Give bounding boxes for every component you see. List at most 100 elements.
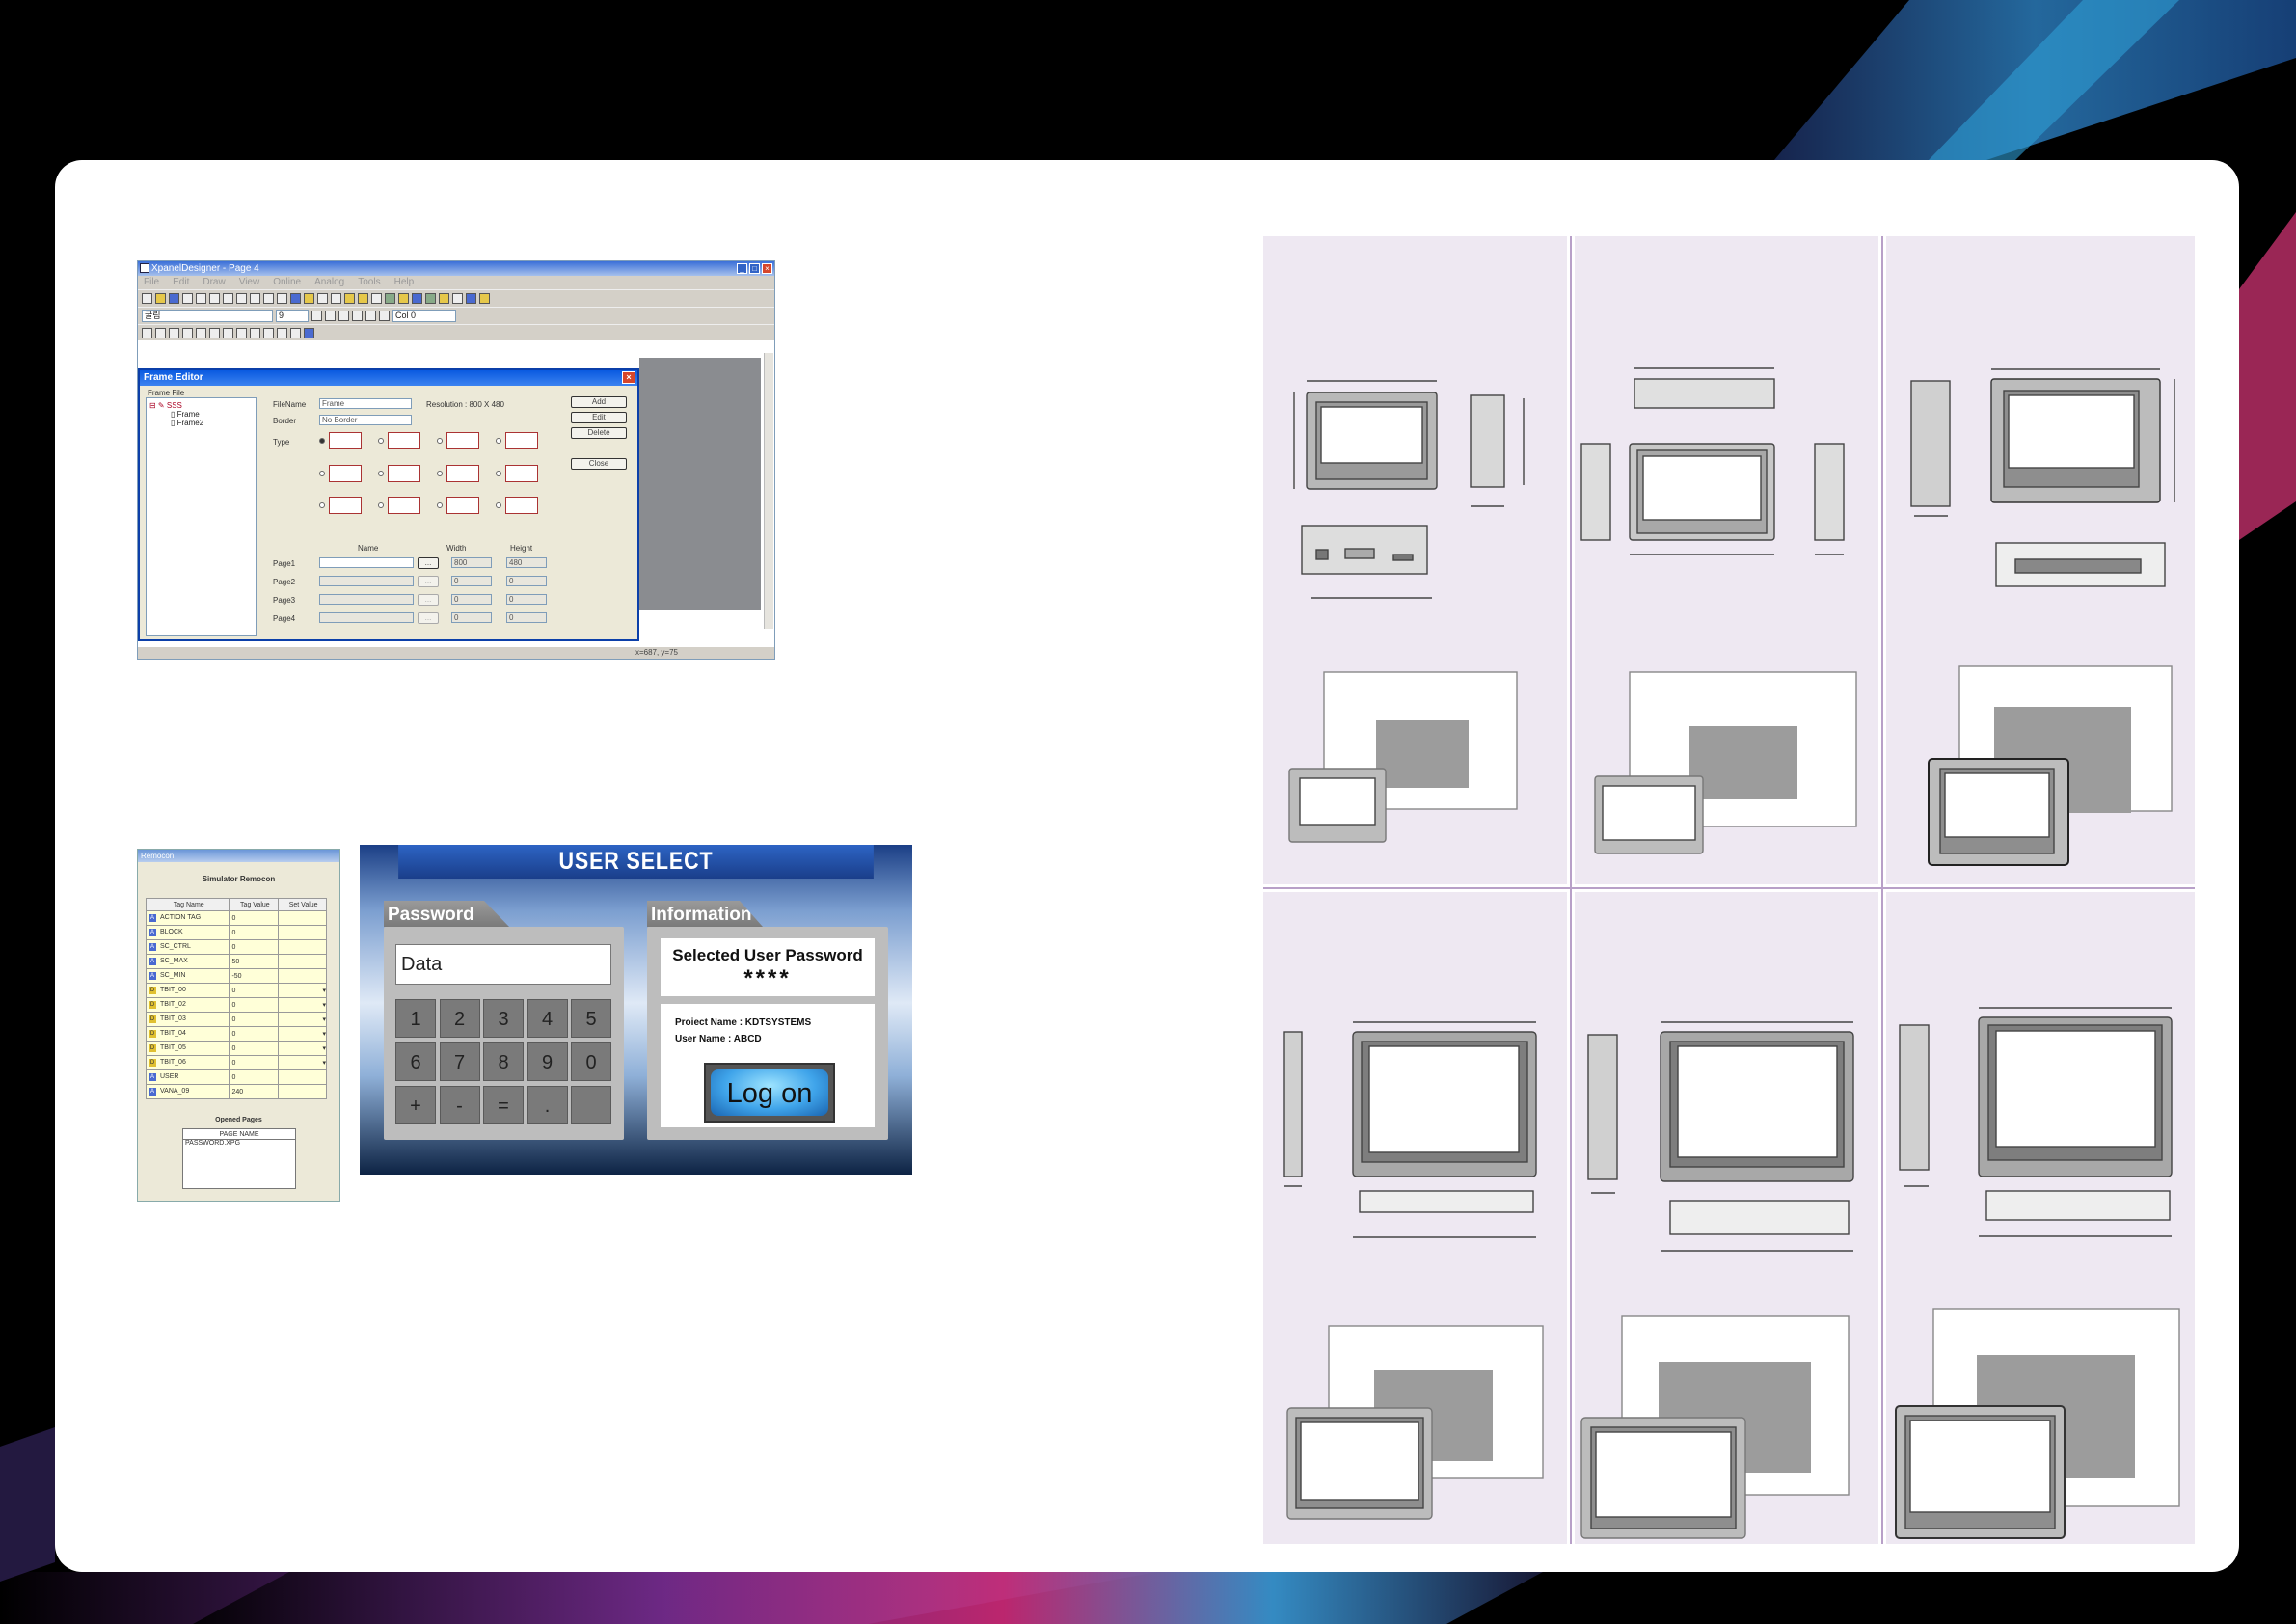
- type-radio-8[interactable]: [496, 471, 501, 476]
- table-row[interactable]: A SC_MIN -50: [145, 968, 327, 984]
- menu-view[interactable]: View: [239, 276, 260, 289]
- align-left-icon[interactable]: [352, 311, 363, 321]
- tag-icon[interactable]: [304, 293, 314, 304]
- set-value-cell[interactable]: [278, 954, 327, 969]
- download-icon[interactable]: [466, 293, 476, 304]
- font-color-icon[interactable]: [311, 311, 322, 321]
- close-button[interactable]: Close: [571, 458, 627, 470]
- keypad-key[interactable]: 0: [571, 1042, 611, 1081]
- table-row[interactable]: D TBIT_03 0 ▾: [145, 1012, 327, 1027]
- table-row[interactable]: A SC_CTRL 0: [145, 939, 327, 955]
- italic-icon[interactable]: [338, 311, 349, 321]
- bold-icon[interactable]: [325, 311, 336, 321]
- print-preview-icon[interactable]: [209, 293, 220, 304]
- set-value-cell[interactable]: ▾: [278, 983, 327, 998]
- align-10-icon[interactable]: [263, 328, 274, 338]
- settings-icon[interactable]: [439, 293, 449, 304]
- opened-page-item[interactable]: PASSWORD.XPG: [183, 1140, 295, 1147]
- type-radio-2[interactable]: [378, 438, 384, 444]
- minimize-button[interactable]: _: [737, 263, 747, 274]
- copy-icon[interactable]: [236, 293, 247, 304]
- type-radio-11[interactable]: [437, 502, 443, 508]
- type-radio-10[interactable]: [378, 502, 384, 508]
- network-icon[interactable]: [425, 293, 436, 304]
- help-icon[interactable]: [479, 293, 490, 304]
- edit-button[interactable]: Edit: [571, 412, 627, 423]
- align-4-icon[interactable]: [182, 328, 193, 338]
- table-row[interactable]: A SC_MAX 50: [145, 954, 327, 969]
- tree-item-frame2[interactable]: ▯ Frame2: [149, 419, 253, 427]
- border-select[interactable]: No Border: [319, 415, 412, 425]
- table-row[interactable]: D TBIT_00 0 ▾: [145, 983, 327, 998]
- print-icon[interactable]: [196, 293, 206, 304]
- font-size-select[interactable]: 9: [276, 310, 309, 322]
- align-7-icon[interactable]: [223, 328, 233, 338]
- keypad-key[interactable]: 6: [395, 1042, 436, 1081]
- menu-online[interactable]: Online: [273, 276, 301, 289]
- type-radio-12[interactable]: [496, 502, 501, 508]
- keypad-key[interactable]: 5: [571, 999, 611, 1038]
- keypad-key[interactable]: 4: [527, 999, 568, 1038]
- set-value-cell[interactable]: ▾: [278, 1026, 327, 1042]
- table-icon[interactable]: [371, 293, 382, 304]
- folder-icon[interactable]: [398, 293, 409, 304]
- close-button[interactable]: ×: [762, 263, 772, 274]
- keypad-key[interactable]: 8: [483, 1042, 524, 1081]
- opened-pages-list[interactable]: PAGE NAME PASSWORD.XPG: [182, 1128, 296, 1189]
- monitor-icon[interactable]: [385, 293, 395, 304]
- page1-height-input[interactable]: 480: [506, 557, 547, 568]
- paste-icon[interactable]: [250, 293, 260, 304]
- page4-width-input[interactable]: 0: [451, 612, 492, 623]
- align-2-icon[interactable]: [155, 328, 166, 338]
- align-right-icon[interactable]: [379, 311, 390, 321]
- align-9-icon[interactable]: [250, 328, 260, 338]
- set-value-cell[interactable]: [278, 925, 327, 940]
- keypad-key[interactable]: [571, 1086, 611, 1124]
- menu-analog[interactable]: Analog: [314, 276, 344, 289]
- keypad-key[interactable]: 1: [395, 999, 436, 1038]
- filename-input[interactable]: Frame: [319, 398, 412, 409]
- page2-width-input[interactable]: 0: [451, 576, 492, 586]
- align-6-icon[interactable]: [209, 328, 220, 338]
- keypad-key[interactable]: 2: [439, 999, 480, 1038]
- table-row[interactable]: D TBIT_04 0 ▾: [145, 1026, 327, 1042]
- page1-width-input[interactable]: 800: [451, 557, 492, 568]
- vertical-scrollbar[interactable]: [764, 353, 773, 629]
- delete-button[interactable]: Delete: [571, 427, 627, 439]
- menu-edit[interactable]: Edit: [173, 276, 189, 289]
- page3-name-input[interactable]: [319, 594, 414, 605]
- keypad-key[interactable]: =: [483, 1086, 524, 1124]
- tools-icon[interactable]: [412, 293, 422, 304]
- frame-icon[interactable]: [331, 293, 341, 304]
- user-icon[interactable]: [358, 293, 368, 304]
- align-8-icon[interactable]: [236, 328, 247, 338]
- chart-icon[interactable]: [452, 293, 463, 304]
- tree-root[interactable]: ⊟ ✎ SSS: [149, 401, 253, 410]
- page4-height-input[interactable]: 0: [506, 612, 547, 623]
- type-radio-5[interactable]: [319, 471, 325, 476]
- keypad-key[interactable]: 9: [527, 1042, 568, 1081]
- dialog-close-icon[interactable]: ×: [622, 371, 635, 384]
- add-button[interactable]: Add: [571, 396, 627, 408]
- table-row[interactable]: A ACTION TAG 0: [145, 910, 327, 926]
- menu-help[interactable]: Help: [394, 276, 415, 289]
- set-value-cell[interactable]: [278, 1084, 327, 1099]
- save-icon[interactable]: [169, 293, 179, 304]
- align-1-icon[interactable]: [142, 328, 152, 338]
- keypad-key[interactable]: 3: [483, 999, 524, 1038]
- set-value-cell[interactable]: ▾: [278, 997, 327, 1013]
- maximize-button[interactable]: □: [749, 263, 760, 274]
- type-radio-3[interactable]: [437, 438, 443, 444]
- lock-icon[interactable]: [344, 293, 355, 304]
- page2-browse-button[interactable]: ...: [418, 576, 439, 587]
- type-radio-9[interactable]: [319, 502, 325, 508]
- keypad-key[interactable]: .: [527, 1086, 568, 1124]
- tree-item-frame[interactable]: ▯ Frame: [149, 410, 253, 419]
- align-center-icon[interactable]: [365, 311, 376, 321]
- page1-name-input[interactable]: [319, 557, 414, 568]
- set-value-cell[interactable]: [278, 968, 327, 984]
- set-value-cell[interactable]: [278, 1069, 327, 1085]
- keypad-key[interactable]: +: [395, 1086, 436, 1124]
- align-11-icon[interactable]: [277, 328, 287, 338]
- page3-width-input[interactable]: 0: [451, 594, 492, 605]
